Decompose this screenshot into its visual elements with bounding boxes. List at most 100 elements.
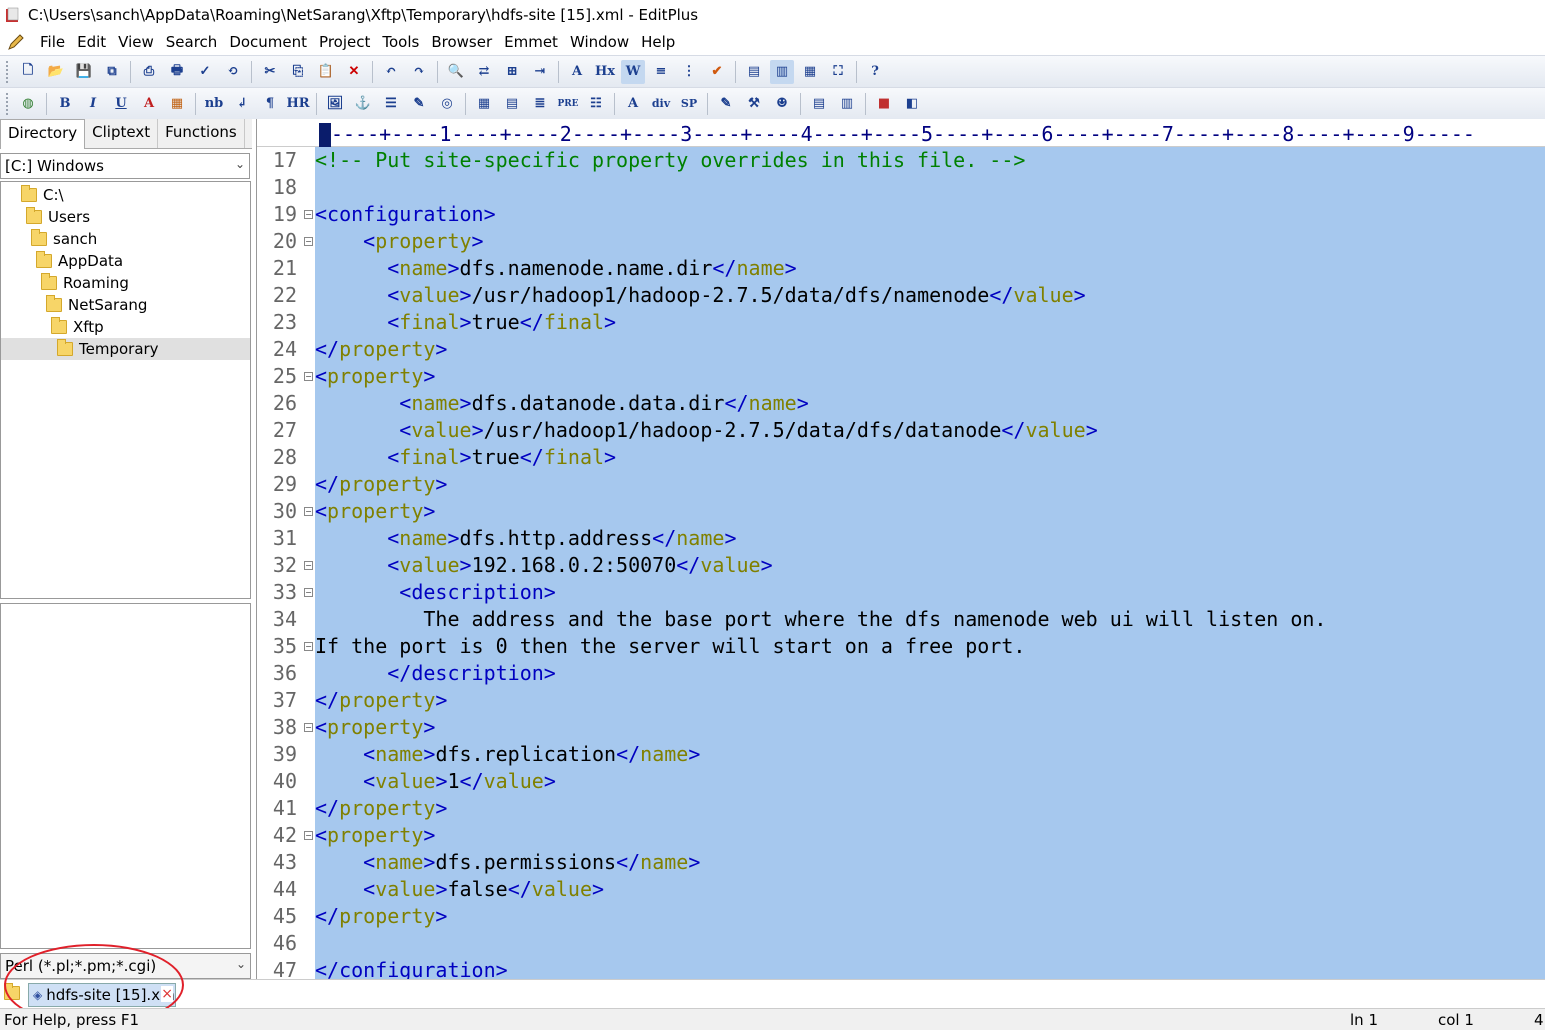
- drive-select[interactable]: [C:] Windows ⌄: [0, 153, 250, 179]
- menu-view[interactable]: View: [112, 31, 160, 53]
- code-line[interactable]: The address and the base port where the …: [315, 606, 1326, 633]
- underline-button[interactable]: U: [109, 92, 133, 116]
- code-line[interactable]: <value>false</value>: [315, 876, 604, 903]
- code-line[interactable]: </property>: [315, 687, 447, 714]
- clip-edit-icon[interactable]: ✎: [714, 92, 738, 116]
- code-line[interactable]: <name>dfs.namenode.name.dir</name>: [315, 255, 796, 282]
- save-icon[interactable]: 💾: [72, 60, 96, 84]
- new-file-icon[interactable]: 🗋: [16, 60, 40, 84]
- color-grid-icon[interactable]: ▦: [165, 92, 189, 116]
- code-line[interactable]: <property>: [315, 228, 483, 255]
- replace-icon[interactable]: ⇄: [472, 60, 496, 84]
- fold-toggle-icon[interactable]: −: [304, 723, 313, 732]
- anchor-icon[interactable]: ⚓: [351, 92, 375, 116]
- code-line[interactable]: </property>: [315, 471, 447, 498]
- tree-item-sanch[interactable]: sanch: [1, 228, 250, 250]
- toolbar-grip[interactable]: [6, 92, 10, 115]
- tree-item-xftp[interactable]: Xftp: [1, 316, 250, 338]
- code-line[interactable]: <value>192.168.0.2:50070</value>: [315, 552, 772, 579]
- fullscreen-icon[interactable]: ⛶: [826, 60, 850, 84]
- code-line[interactable]: <name>dfs.datanode.data.dir</name>: [315, 390, 808, 417]
- fold-toggle-icon[interactable]: −: [304, 237, 313, 246]
- align-center-icon[interactable]: ≣: [528, 92, 552, 116]
- paragraph-button[interactable]: ¶: [258, 92, 282, 116]
- code-area[interactable]: <!-- Put site-specific property override…: [315, 147, 1545, 979]
- pre-button[interactable]: PRE: [556, 92, 580, 116]
- paste-icon[interactable]: 📋: [314, 60, 338, 84]
- tree-item-c[interactable]: C:\: [1, 184, 250, 206]
- print-icon[interactable]: 🖶: [165, 60, 189, 84]
- menu-search[interactable]: Search: [160, 31, 224, 53]
- fold-toggle-icon[interactable]: −: [304, 642, 313, 651]
- code-line[interactable]: <value>/usr/hadoop1/hadoop-2.7.5/data/df…: [315, 282, 1085, 309]
- line-number-icon[interactable]: ≡: [649, 60, 673, 84]
- tree-item-appdata[interactable]: AppData: [1, 250, 250, 272]
- tree-item-roaming[interactable]: Roaming: [1, 272, 250, 294]
- code-line[interactable]: <property>: [315, 498, 435, 525]
- spellcheck-icon[interactable]: ✓: [193, 60, 217, 84]
- fold-toggle-icon[interactable]: −: [304, 372, 313, 381]
- print-preview-icon[interactable]: ⎙: [137, 60, 161, 84]
- find-icon[interactable]: 🔍: [444, 60, 468, 84]
- directory-window-icon[interactable]: ▥: [770, 59, 794, 84]
- code-line[interactable]: <!-- Put site-specific property override…: [315, 147, 1025, 174]
- code-line[interactable]: <property>: [315, 822, 435, 849]
- code-line[interactable]: <description>: [315, 579, 556, 606]
- goto-line-icon[interactable]: ⇥: [528, 60, 552, 84]
- menu-file[interactable]: File: [34, 31, 71, 53]
- code-line[interactable]: <value>/usr/hadoop1/hadoop-2.7.5/data/df…: [315, 417, 1097, 444]
- menu-emmet[interactable]: Emmet: [498, 31, 564, 53]
- form-icon[interactable]: ▤: [500, 92, 524, 116]
- div-button[interactable]: div: [649, 92, 673, 116]
- tab-functions[interactable]: Functions: [158, 119, 245, 148]
- document-tab-hdfs-site[interactable]: ◈ hdfs-site [15].xml ×: [28, 983, 176, 1007]
- undo-icon[interactable]: ↶: [379, 60, 403, 84]
- globe-icon[interactable]: ◍: [16, 92, 40, 116]
- image-icon[interactable]: 🖼: [323, 92, 347, 116]
- fold-toggle-icon[interactable]: −: [304, 561, 313, 570]
- code-line[interactable]: <configuration>: [315, 201, 496, 228]
- menu-help[interactable]: Help: [635, 31, 681, 53]
- tree-item-users[interactable]: Users: [1, 206, 250, 228]
- save-all-icon[interactable]: ⧉: [100, 60, 124, 84]
- window-icon[interactable]: ◧: [900, 92, 924, 116]
- menu-browser[interactable]: Browser: [425, 31, 498, 53]
- table-icon[interactable]: ▦: [472, 92, 496, 116]
- font-color-button[interactable]: A: [137, 92, 161, 116]
- editor-pane[interactable]: ----+----1----+----2----+----3----+----4…: [256, 119, 1545, 982]
- cut-icon[interactable]: ✂: [258, 60, 282, 84]
- tool-icon[interactable]: ⚒: [742, 92, 766, 116]
- code-line[interactable]: If the port is 0 then the server will st…: [315, 633, 1025, 660]
- toolbar-grip[interactable]: [6, 60, 10, 83]
- code-line[interactable]: <name>dfs.permissions</name>: [315, 849, 700, 876]
- fold-toggle-icon[interactable]: −: [304, 210, 313, 219]
- menu-document[interactable]: Document: [223, 31, 313, 53]
- menu-edit[interactable]: Edit: [71, 31, 112, 53]
- code-line[interactable]: </configuration>: [315, 957, 508, 979]
- tree-item-temporary[interactable]: Temporary: [1, 338, 250, 360]
- menu-window[interactable]: Window: [564, 31, 635, 53]
- open-file-icon[interactable]: 📂: [44, 60, 68, 84]
- fold-toggle-icon[interactable]: −: [304, 831, 313, 840]
- bold-button[interactable]: B: [53, 92, 77, 116]
- tab-directory[interactable]: Directory: [0, 119, 86, 149]
- line-break-button[interactable]: ↲: [230, 92, 254, 116]
- fold-toggle-icon[interactable]: −: [304, 507, 313, 516]
- code-line[interactable]: <property>: [315, 363, 435, 390]
- redo-icon[interactable]: ↷: [407, 60, 431, 84]
- code-line[interactable]: </property>: [315, 336, 447, 363]
- code-line[interactable]: <final>true</final>: [315, 309, 616, 336]
- edit-icon[interactable]: ✎: [407, 92, 431, 116]
- font-icon[interactable]: A: [565, 60, 589, 84]
- code-line[interactable]: </description>: [315, 660, 556, 687]
- users-icon[interactable]: ☻: [770, 92, 794, 116]
- color-picker-icon[interactable]: ■: [872, 92, 896, 116]
- directory-tree[interactable]: C:\ Users sanch AppData Roaming NetSaran…: [0, 181, 251, 599]
- close-icon[interactable]: ×: [161, 986, 173, 1002]
- code-line[interactable]: <value>1</value>: [315, 768, 556, 795]
- file-filter-select[interactable]: Perl (*.pl;*.pm;*.cgi) ⌄: [0, 953, 251, 979]
- italic-button[interactable]: I: [81, 92, 105, 116]
- text-box-icon[interactable]: A: [621, 92, 645, 116]
- column-select-icon[interactable]: ⋮: [677, 60, 701, 84]
- tab-cliptext[interactable]: Cliptext: [85, 119, 159, 148]
